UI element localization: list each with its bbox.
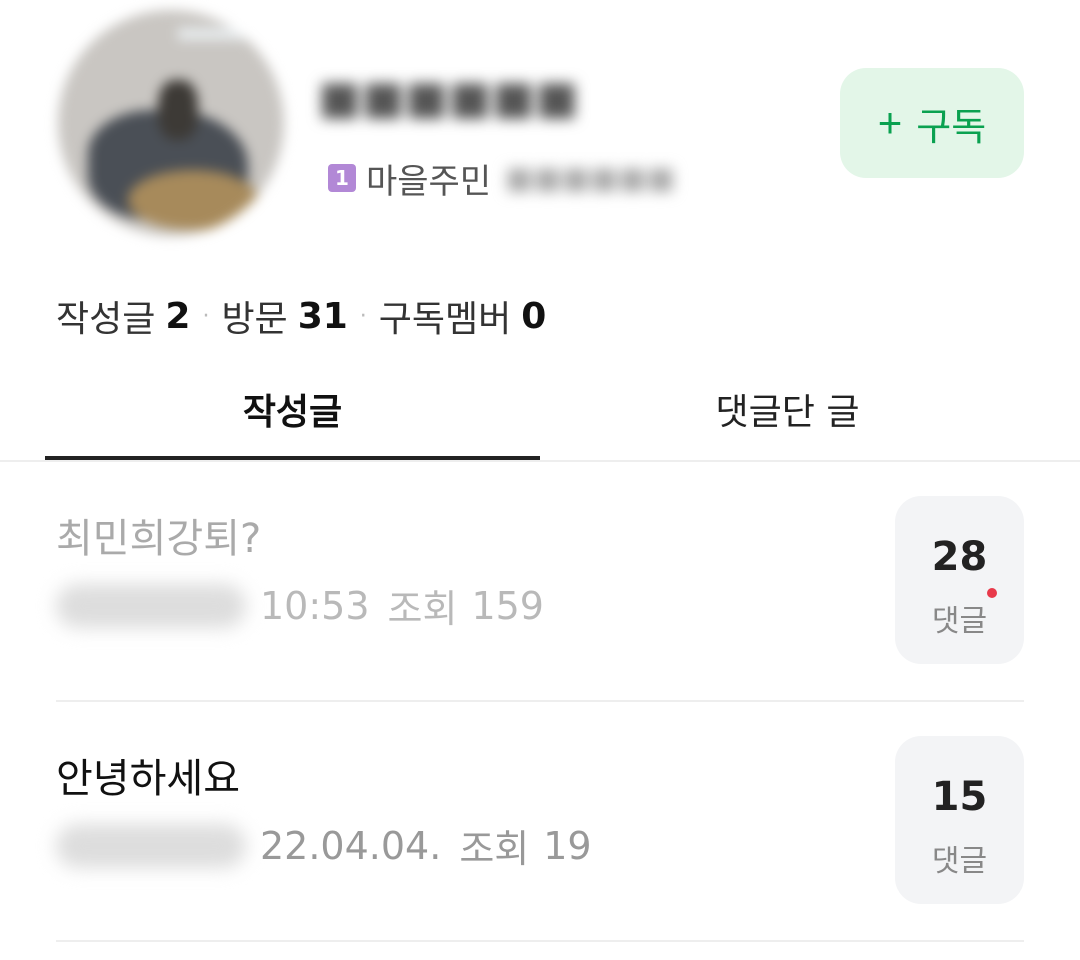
- stat-subscribers-value: 0: [521, 295, 547, 337]
- subscribe-button[interactable]: + 구독: [840, 68, 1024, 178]
- avatar-detail: [128, 170, 258, 230]
- new-comment-dot: [987, 588, 997, 598]
- post-views-label: 조회: [387, 587, 458, 631]
- stat-separator: ·: [202, 303, 210, 329]
- plus-icon: +: [877, 99, 903, 146]
- stat-visits-label: 방문: [221, 299, 288, 340]
- comment-count-button[interactable]: 15 댓글: [895, 736, 1024, 904]
- profile-stats: 작성글 2 · 방문 31 · 구독멤버 0: [56, 290, 546, 342]
- divider: [56, 940, 1024, 942]
- member-grade: 1 마을주민 ■■■■■■: [328, 154, 675, 202]
- comment-label: 댓글: [931, 844, 988, 879]
- post-date: 22.04.04.: [260, 823, 442, 868]
- stat-posts-label: 작성글: [56, 299, 156, 340]
- post-title: 안녕하세요: [56, 756, 240, 802]
- post-views-label: 조회: [459, 827, 530, 871]
- comment-count: 28: [931, 534, 988, 580]
- tab-label: 댓글단 글: [715, 392, 860, 433]
- post-title: 최민희강퇴?: [56, 516, 262, 562]
- avatar-detail: [178, 28, 248, 40]
- member-id-redacted: ■■■■■■: [505, 160, 676, 196]
- author-redacted: [56, 823, 246, 868]
- comment-label: 댓글: [931, 604, 988, 639]
- profile-tabs: 작성글 댓글단 글: [45, 360, 1035, 462]
- post-time: 10:53: [260, 583, 370, 628]
- post-views: 159: [471, 583, 544, 628]
- tab-written-posts[interactable]: 작성글: [45, 360, 540, 458]
- nickname-redacted: ■■■■■■: [318, 70, 579, 124]
- post-list-item[interactable]: 최민희강퇴? 10:53 조회 159 28 댓글: [56, 462, 1024, 702]
- stat-posts-value: 2: [165, 295, 191, 337]
- post-meta: 10:53 조회 159: [56, 578, 544, 633]
- author-redacted: [56, 583, 246, 628]
- post-list-item[interactable]: 안녕하세요 22.04.04. 조회 19 15 댓글: [56, 702, 1024, 942]
- comment-count-button[interactable]: 28 댓글: [895, 496, 1024, 664]
- post-views: 19: [543, 823, 592, 868]
- tab-commented-posts[interactable]: 댓글단 글: [540, 360, 1035, 458]
- stat-separator: ·: [359, 303, 367, 329]
- stat-subscribers-label: 구독멤버: [378, 299, 512, 340]
- stat-visits-value: 31: [297, 295, 348, 337]
- grade-label: 마을주민: [366, 161, 492, 202]
- tab-label: 작성글: [242, 392, 343, 433]
- subscribe-label: 구독: [916, 106, 987, 149]
- avatar[interactable]: [58, 10, 284, 236]
- grade-badge: 1: [328, 164, 356, 192]
- avatar-detail: [158, 80, 198, 140]
- comment-count: 15: [931, 774, 988, 820]
- post-meta: 22.04.04. 조회 19: [56, 818, 592, 873]
- profile-page: ■■■■■■ 1 마을주민 ■■■■■■ + 구독 작성글 2 · 방문 31 …: [0, 0, 1080, 960]
